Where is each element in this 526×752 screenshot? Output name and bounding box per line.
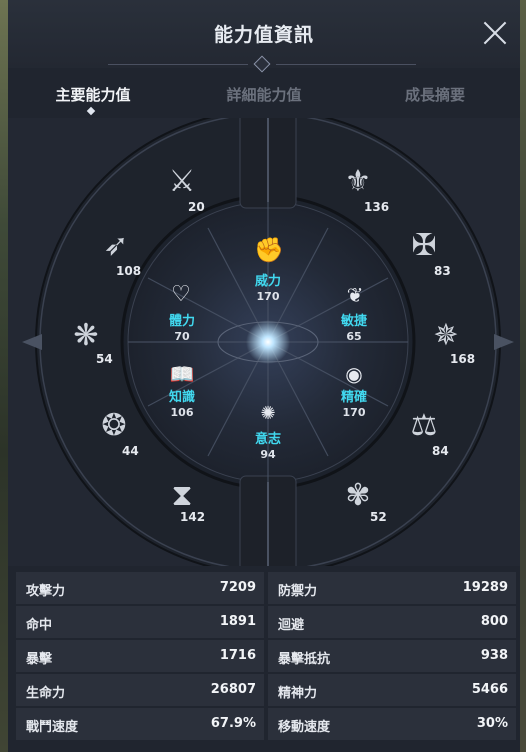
stat-cell: 迴避 800 <box>268 606 516 638</box>
heart-icon: ♡ <box>171 282 191 307</box>
stat-precision-label: 精確 <box>340 390 367 405</box>
stat-power: 威力 170 <box>233 270 303 303</box>
fist-icon: ✊ <box>254 236 284 264</box>
skill-value-9: 142 <box>180 510 206 524</box>
panel-title: 能力值資訊 <box>213 24 314 46</box>
wing-icon: ❦ <box>346 283 364 307</box>
stat-value: 7209 <box>219 580 256 595</box>
stat-label: 精神力 <box>278 686 318 701</box>
stat-agility-label: 敏捷 <box>340 314 367 329</box>
table-row: 戰鬥速度 67.9% 移動速度 30% <box>16 708 516 740</box>
stat-cell: 暴擊抵抗 938 <box>268 640 516 672</box>
stat-value: 938 <box>480 648 508 663</box>
stat-will-value: 94 <box>260 448 276 461</box>
stat-health-value: 70 <box>174 330 190 343</box>
panel-header: 能力值資訊 <box>8 0 520 73</box>
skill-value-8: 84 <box>432 444 449 458</box>
table-row: 攻擊力 7209 防禦力 19289 <box>16 572 516 604</box>
background-left-edge <box>0 0 8 752</box>
stat-label: 暴擊 <box>26 652 53 667</box>
skill-value-6: 168 <box>450 352 476 366</box>
arrow-swirl-icon[interactable]: ➶ <box>92 224 140 268</box>
stat-label: 迴避 <box>278 618 305 633</box>
stat-knowledge-label: 知識 <box>168 390 195 405</box>
tree-emblem-icon[interactable]: ❂ <box>90 404 138 448</box>
stat-label: 戰鬥速度 <box>26 720 79 735</box>
table-row: 命中 1891 迴避 800 <box>16 606 516 638</box>
tab-bar: 主要能力值 詳細能力值 成長摘要 <box>8 72 520 119</box>
stat-cell: 防禦力 19289 <box>268 572 516 604</box>
skill-value-2: 136 <box>364 200 390 214</box>
stats-info-panel: 能力值資訊 主要能力值 詳細能力值 成長摘要 ✊ 威力 170 ♡ 體力 70 … <box>8 0 520 752</box>
tab-detailed-stats[interactable]: 詳細能力值 <box>179 84 349 105</box>
table-row: 暴擊 1716 暴擊抵抗 938 <box>16 640 516 672</box>
stat-value: 26807 <box>210 682 256 697</box>
winged-sword-icon[interactable]: ⚜ <box>334 160 382 204</box>
background-right-edge <box>520 0 526 752</box>
stat-cell: 命中 1891 <box>16 606 264 638</box>
stat-will-label: 意志 <box>254 432 281 447</box>
center-star-icon <box>246 320 290 364</box>
stat-label: 生命力 <box>26 686 66 701</box>
stat-wheel: ✊ 威力 170 ♡ 體力 70 ❦ 敏捷 65 📖 知識 106 ◉ 精確 1… <box>8 118 520 566</box>
stat-will: 意志 94 <box>233 428 303 461</box>
skill-value-3: 108 <box>116 264 142 278</box>
stat-value: 800 <box>480 614 508 629</box>
stat-value: 5466 <box>471 682 508 697</box>
close-icon[interactable] <box>482 20 508 46</box>
stat-cell: 攻擊力 7209 <box>16 572 264 604</box>
stat-value: 30% <box>476 716 508 731</box>
stat-knowledge-value: 106 <box>170 406 194 419</box>
stat-value: 1891 <box>219 614 256 629</box>
stat-agility: 敏捷 65 <box>319 310 389 343</box>
stat-label: 攻擊力 <box>26 584 66 599</box>
table-row: 生命力 26807 精神力 5466 <box>16 674 516 706</box>
tab-main-stats[interactable]: 主要能力值 <box>8 84 178 105</box>
stat-power-value: 170 <box>256 290 280 303</box>
stat-cell: 暴擊 1716 <box>16 640 264 672</box>
header-divider-left <box>108 64 248 65</box>
skill-value-7: 44 <box>122 444 139 458</box>
stat-agility-value: 65 <box>346 330 362 343</box>
stat-cell: 生命力 26807 <box>16 674 264 706</box>
stat-label: 命中 <box>26 618 53 633</box>
scales-icon[interactable]: ⚖ <box>400 404 448 448</box>
book-icon: 📖 <box>169 362 195 386</box>
stat-precision: 精確 170 <box>319 386 389 419</box>
stat-cell: 移動速度 30% <box>268 708 516 740</box>
sword-crest-icon[interactable]: ⚔ <box>158 160 206 204</box>
stat-cell: 精神力 5466 <box>268 674 516 706</box>
skill-value-5: 54 <box>96 352 113 366</box>
skill-value-4: 83 <box>434 264 451 278</box>
stat-value: 1716 <box>219 648 256 663</box>
skill-value-10: 52 <box>370 510 387 524</box>
header-divider-right <box>276 64 416 65</box>
swirl-star-icon: ✺ <box>260 403 276 424</box>
stat-value: 19289 <box>462 580 508 595</box>
tab-growth-summary[interactable]: 成長摘要 <box>350 84 520 105</box>
stat-knowledge: 知識 106 <box>147 386 217 419</box>
stat-precision-value: 170 <box>342 406 366 419</box>
stat-cell: 戰鬥速度 67.9% <box>16 708 264 740</box>
stat-power-label: 威力 <box>254 274 281 289</box>
crossed-spears-icon[interactable]: ✠ <box>400 224 448 268</box>
skill-value-1: 20 <box>188 200 205 214</box>
stat-health-label: 體力 <box>168 314 195 329</box>
stat-health: 體力 70 <box>147 310 217 343</box>
active-tab-indicator <box>86 106 96 116</box>
eye-icon: ◉ <box>345 362 363 386</box>
stat-label: 移動速度 <box>278 720 331 735</box>
stat-label: 防禦力 <box>278 584 318 599</box>
stat-label: 暴擊抵抗 <box>278 652 331 667</box>
stat-value: 67.9% <box>210 716 256 731</box>
header-ornament <box>253 55 271 73</box>
